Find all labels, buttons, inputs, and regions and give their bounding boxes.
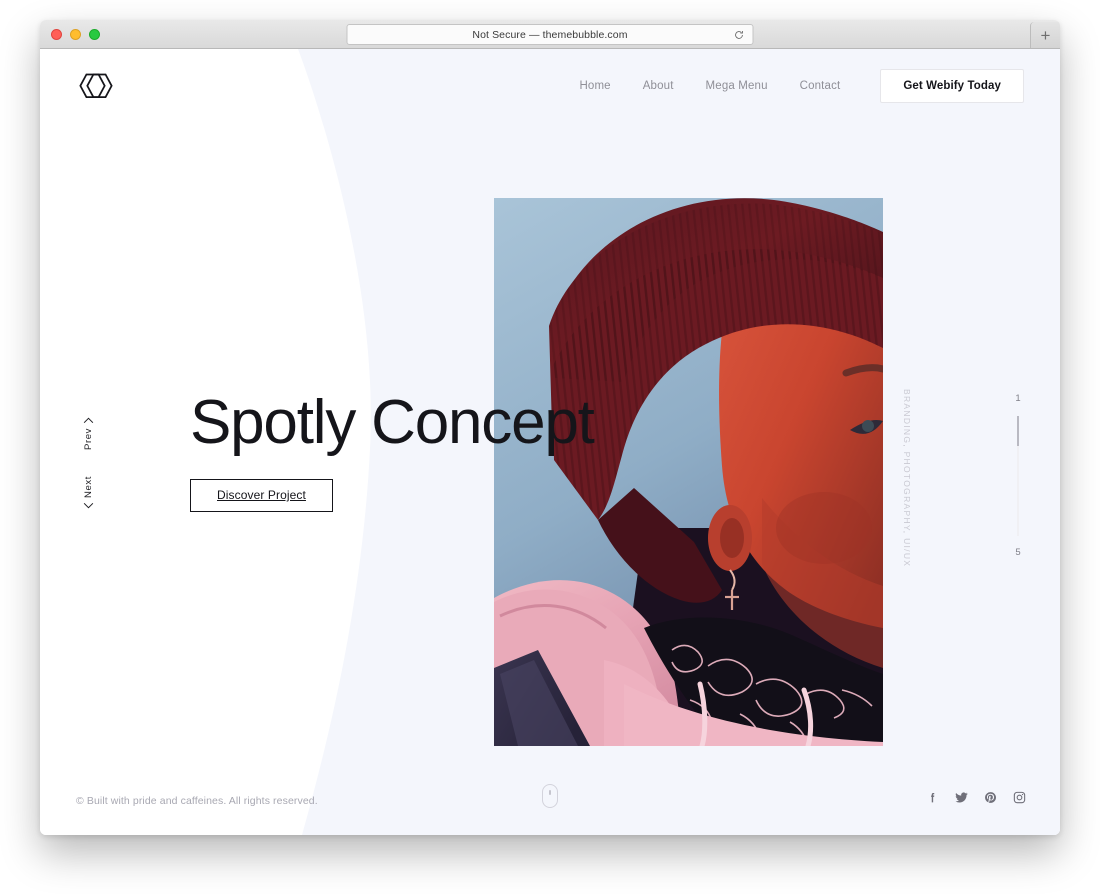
slider-next-button[interactable]: Next	[68, 476, 108, 509]
site-header: Home About Mega Menu Contact Get Webify …	[40, 49, 1060, 129]
twitter-icon	[955, 792, 968, 803]
nav-item-contact[interactable]: Contact	[784, 69, 857, 103]
slide-total-number: 5	[1015, 546, 1021, 558]
pinterest-icon	[985, 792, 996, 803]
window-traffic-lights	[51, 28, 100, 40]
hero-text-block: Spotly Concept Discover Project	[190, 388, 595, 513]
nav-item-home[interactable]: Home	[563, 69, 626, 103]
facebook-link[interactable]	[926, 791, 939, 804]
chevron-down-icon	[83, 502, 93, 509]
slider-navigation: Prev Next	[68, 417, 108, 509]
address-bar[interactable]: Not Secure — themebubble.com	[346, 24, 754, 45]
webify-logo[interactable]	[76, 71, 116, 101]
slider-next-label: Next	[82, 475, 94, 498]
get-webify-today-button[interactable]: Get Webify Today	[880, 69, 1024, 103]
pinterest-link[interactable]	[984, 791, 997, 804]
reload-icon[interactable]	[734, 29, 745, 40]
mouse-scroll-wheel	[549, 790, 551, 795]
slider-prev-button[interactable]: Prev	[68, 417, 108, 450]
site-footer: © Built with pride and caffeines. All ri…	[40, 775, 1060, 835]
page-viewport: Home About Mega Menu Contact Get Webify …	[40, 49, 1060, 835]
minimize-window-button[interactable]	[70, 28, 81, 40]
zoom-window-button[interactable]	[89, 28, 100, 40]
hero-title: Spotly Concept	[190, 388, 595, 457]
mouse-scroll-icon[interactable]	[542, 784, 558, 808]
slider-prev-label: Prev	[82, 428, 94, 450]
instagram-icon	[1013, 791, 1026, 804]
close-window-button[interactable]	[51, 28, 62, 40]
browser-window: Not Secure — themebubble.com + Home Abou…	[40, 20, 1060, 835]
copyright-text: © Built with pride and caffeines. All ri…	[76, 795, 318, 807]
slide-counter: 1 5	[1010, 394, 1026, 557]
new-tab-button[interactable]: +	[1030, 22, 1060, 48]
slide-current-number: 1	[1015, 393, 1021, 404]
social-links	[926, 791, 1026, 804]
project-categories-label: BRANDING, PHOTOGRAPHY, UI/UX	[902, 389, 912, 568]
logo-icon	[79, 73, 113, 98]
nav-item-about[interactable]: About	[627, 69, 690, 103]
facebook-icon	[931, 792, 935, 803]
discover-project-button[interactable]: Discover Project	[190, 479, 333, 513]
browser-titlebar: Not Secure — themebubble.com +	[40, 20, 1060, 49]
chevron-up-icon	[83, 417, 93, 424]
slide-progress-fill	[1017, 415, 1019, 446]
slide-progress-track[interactable]	[1017, 415, 1019, 536]
instagram-link[interactable]	[1013, 791, 1026, 804]
primary-navigation: Home About Mega Menu Contact Get Webify …	[563, 69, 1024, 103]
twitter-link[interactable]	[955, 791, 968, 804]
nav-item-mega-menu[interactable]: Mega Menu	[690, 69, 784, 103]
address-bar-text: Not Secure — themebubble.com	[472, 28, 628, 41]
